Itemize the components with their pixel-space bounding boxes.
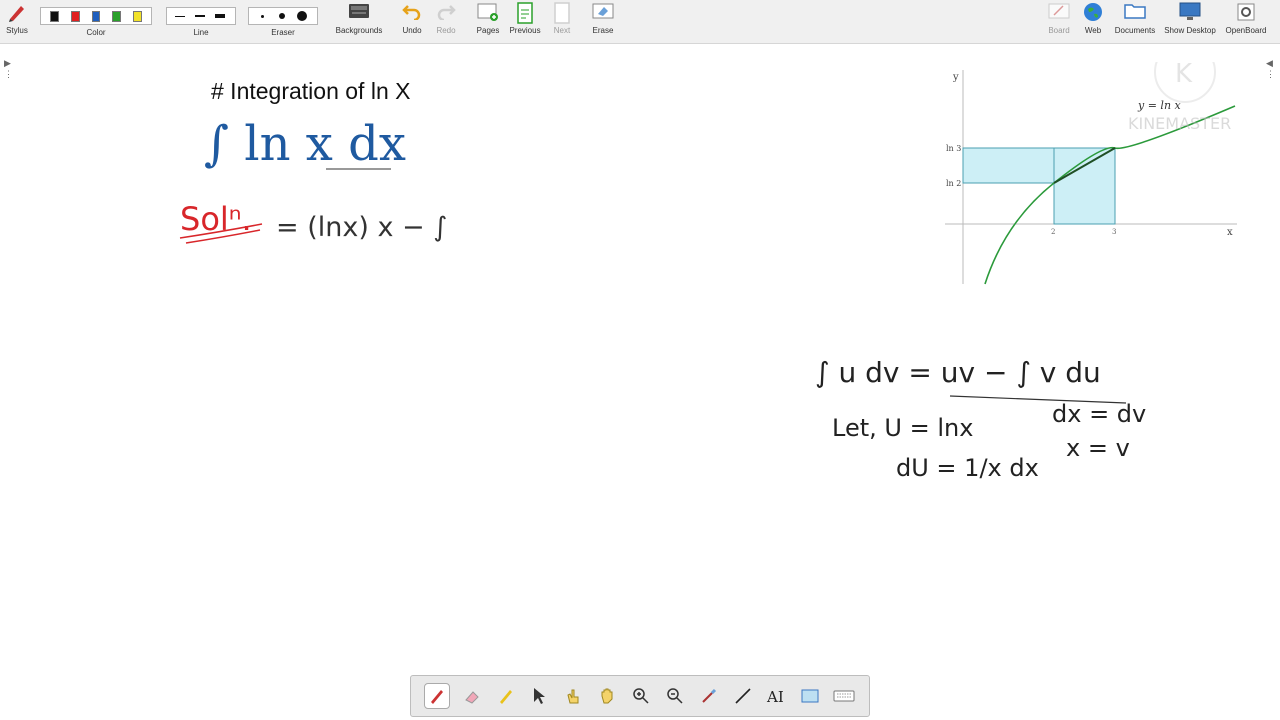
interact-tool-button[interactable] [561, 684, 585, 708]
laser-pointer-button[interactable] [697, 684, 721, 708]
bottom-toolbar: AI [410, 675, 870, 717]
screen-capture-icon [801, 689, 819, 703]
laser-pointer-icon [701, 688, 716, 703]
pen-tool-button[interactable] [423, 683, 450, 709]
pen-icon [430, 690, 443, 704]
hand-pointer-icon [567, 689, 579, 704]
text-icon: AI [766, 688, 784, 705]
integral-expression: ∫ ln x dx [204, 116, 406, 172]
text-tool-button[interactable]: AI [764, 684, 788, 708]
watermark-logo: K [1175, 62, 1193, 89]
let-text: Let, U = lnx [832, 414, 973, 442]
integral-text: ∫ ln x dx [204, 116, 406, 172]
x-v-text: x = v [1066, 434, 1130, 462]
ln-graph-image: y x ln 3 ln 2 2 3 y = ln x K KINEMASTER [945, 62, 1237, 285]
selector-tool-button[interactable] [527, 684, 551, 708]
zoom-in-button[interactable] [629, 684, 653, 708]
capture-tool-button[interactable] [798, 684, 822, 708]
watermark-text: KINEMASTER [1128, 114, 1231, 133]
kinemaster-watermark: K KINEMASTER [1128, 62, 1231, 133]
eraser-tool-button[interactable] [460, 684, 484, 708]
rect-ln3 [1053, 147, 1116, 225]
marker-tool-button[interactable] [494, 684, 518, 708]
zoom-in-icon [633, 688, 649, 704]
graph-x-label: x [1227, 227, 1233, 238]
solution-label: Solⁿ. [179, 200, 263, 244]
zoom-out-button[interactable] [663, 684, 687, 708]
eraser-icon [464, 691, 479, 704]
ln3-label: ln 3 [946, 144, 961, 153]
zoom-out-icon [667, 688, 683, 704]
hand-icon [601, 688, 613, 704]
step1-text: = (lnx) x − ∫ [276, 212, 447, 243]
tick-2-label: 2 [1051, 228, 1055, 236]
pointer-arrow-icon [534, 688, 546, 704]
keyboard-icon [833, 690, 855, 702]
dx-dv-text: dx = dv [1052, 400, 1146, 428]
line-icon [734, 688, 751, 704]
du-text: dU = 1/x dx [896, 454, 1039, 482]
line-draw-button[interactable] [731, 684, 755, 708]
keyboard-button[interactable] [832, 684, 856, 708]
graph-y-label: y [952, 72, 959, 83]
ln2-label: ln 2 [946, 179, 961, 188]
svg-text:AI: AI [766, 688, 784, 705]
formula-text: ∫ u dv = uv − ∫ v du [815, 356, 1101, 389]
marker-icon [499, 690, 512, 704]
pan-tool-button[interactable] [595, 684, 619, 708]
parts-formula: ∫ u dv = uv − ∫ v du Let, U = lnx dx = d… [815, 356, 1146, 482]
tick-3-label: 3 [1112, 228, 1116, 236]
